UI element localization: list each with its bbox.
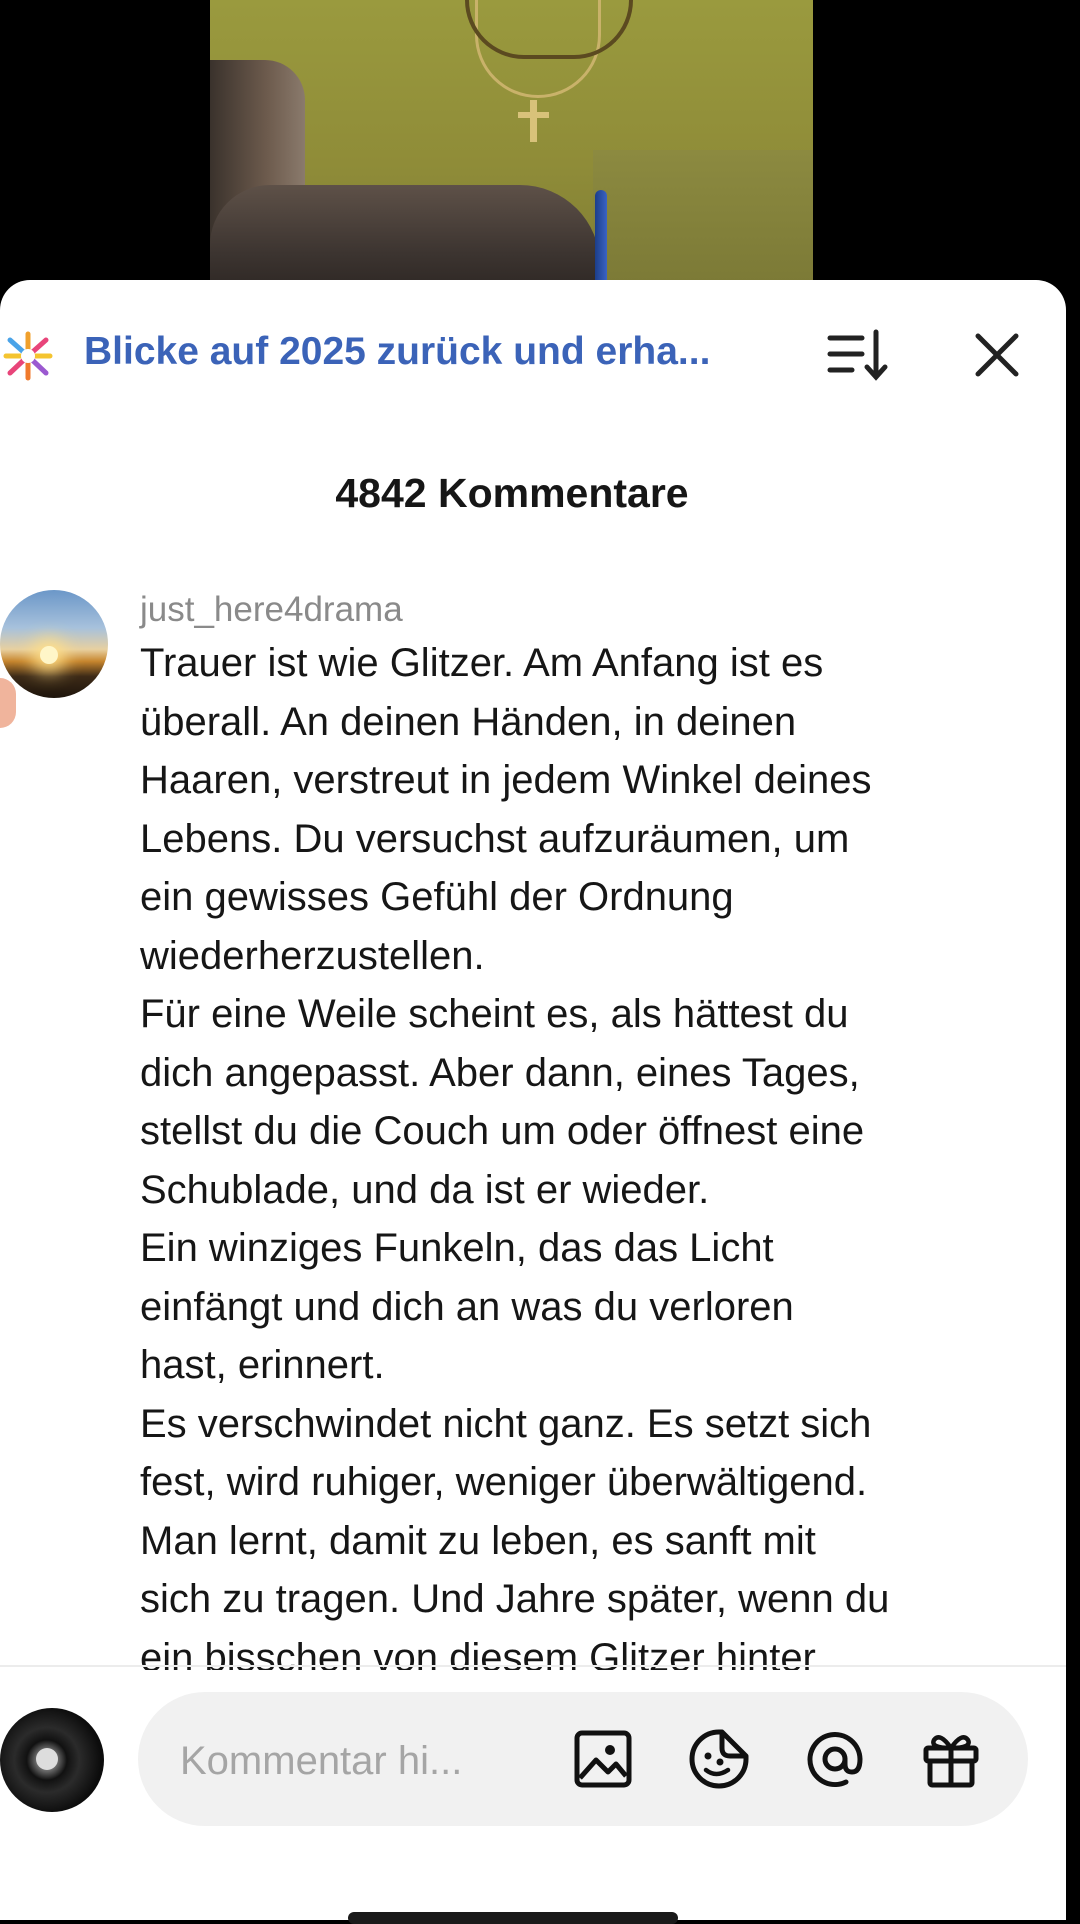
home-indicator[interactable] xyxy=(348,1912,678,1924)
comment-input[interactable] xyxy=(178,1730,522,1792)
video-shirt xyxy=(593,150,813,300)
close-icon[interactable] xyxy=(968,326,1026,384)
mention-icon[interactable] xyxy=(802,1726,868,1792)
video-cross-pendant xyxy=(530,100,537,142)
video-frame xyxy=(210,0,813,300)
video-cross-bar xyxy=(518,112,549,118)
comment-item: just_here4drama Trauer ist wie Glitzer. … xyxy=(0,590,1066,1670)
commenter-avatar[interactable] xyxy=(0,590,108,698)
sort-descending-icon[interactable] xyxy=(822,324,892,386)
gift-icon[interactable] xyxy=(918,1726,984,1792)
avatar-story-ring xyxy=(0,678,16,728)
sheet-header: Blicke auf 2025 zurück und erha... xyxy=(0,280,1066,430)
sticker-icon[interactable] xyxy=(686,1726,752,1792)
comments-count: 4842 Kommentare xyxy=(335,470,689,516)
promo-banner-title[interactable]: Blicke auf 2025 zurück und erha... xyxy=(84,330,784,374)
comments-sheet: Blicke auf 2025 zurück und erha... 4842 … xyxy=(0,280,1066,1924)
own-avatar xyxy=(0,1708,104,1812)
avatar-sun xyxy=(40,646,58,664)
image-icon[interactable] xyxy=(570,1726,636,1792)
comment-composer[interactable] xyxy=(138,1692,1028,1826)
avatar-center xyxy=(36,1748,58,1770)
comment-text: Trauer ist wie Glitzer. Am Anfang ist es… xyxy=(140,641,890,1670)
live-video[interactable] xyxy=(0,0,1080,300)
confetti-burst-icon[interactable] xyxy=(0,328,56,384)
comment-username[interactable]: just_here4drama xyxy=(140,590,403,630)
composer-divider xyxy=(0,1665,1066,1667)
